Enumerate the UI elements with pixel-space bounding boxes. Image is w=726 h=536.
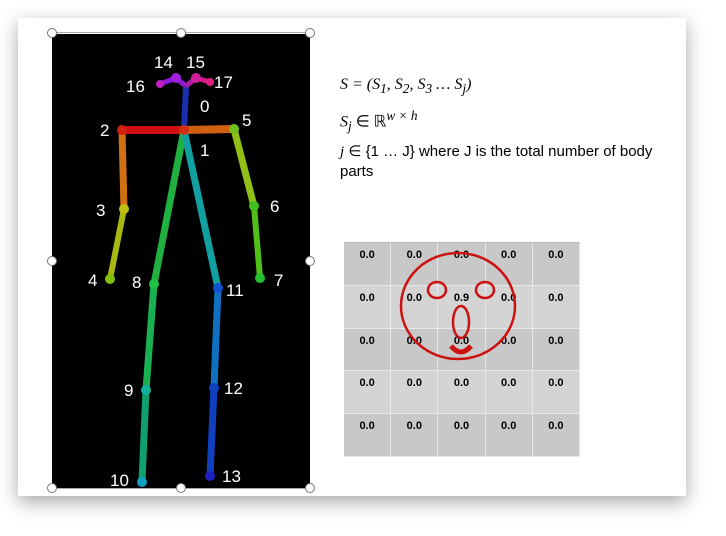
keypoint-label: 8 — [132, 273, 141, 292]
keypoint-label: 6 — [270, 197, 279, 216]
resize-handle-bottom-right[interactable] — [305, 483, 315, 493]
resize-handle-bottom-left[interactable] — [47, 483, 57, 493]
formula-heatmap-space: Sj ∈ ℝw × h — [340, 108, 418, 134]
heatmap-cell: 0.0 — [344, 414, 392, 457]
resize-handle-middle-right[interactable] — [305, 256, 315, 266]
heatmap-cell: 0.0 — [344, 285, 392, 329]
keypoint-label: 1 — [200, 141, 209, 160]
face-drawing — [399, 251, 517, 361]
heatmap-cell: 0.0 — [438, 371, 486, 415]
heatmap-cell: 0.0 — [532, 285, 580, 329]
heatmap-cell: 0.0 — [485, 414, 533, 457]
heatmap-cell: 0.0 — [438, 414, 486, 457]
keypoint-label: 11 — [226, 281, 244, 300]
skeleton-image[interactable]: 0 1 2 3 4 5 6 7 8 9 10 11 12 13 14 15 16… — [52, 34, 310, 488]
heatmap-cell: 0.0 — [391, 414, 439, 457]
keypoint-label: 12 — [224, 379, 243, 398]
keypoint-label: 14 — [154, 53, 173, 72]
heatmap-cell: 0.0 — [344, 371, 392, 415]
slide: 0 1 2 3 4 5 6 7 8 9 10 11 12 13 14 15 16… — [18, 18, 686, 496]
keypoint-label: 13 — [222, 467, 241, 486]
heatmap-cell: 0.0 — [532, 414, 580, 457]
heatmap-cell: 0.0 — [391, 371, 439, 415]
resize-handle-top-middle[interactable] — [176, 28, 186, 38]
heatmap-cell: 0.0 — [532, 243, 580, 286]
formula-set-definition: S = (S1, S2, S3 … Sj) — [340, 76, 472, 97]
keypoint-label: 2 — [100, 121, 109, 140]
resize-handle-top-left[interactable] — [47, 28, 57, 38]
resize-handle-middle-left[interactable] — [47, 256, 57, 266]
heatmap-cell: 0.0 — [532, 371, 580, 415]
heatmap-cell: 0.0 — [485, 371, 533, 415]
resize-handle-top-right[interactable] — [305, 28, 315, 38]
keypoint-label: 5 — [242, 111, 251, 130]
resize-handle-bottom-middle[interactable] — [176, 483, 186, 493]
keypoint-label: 7 — [274, 271, 283, 290]
keypoint-label: 17 — [214, 73, 233, 92]
keypoint-label: 10 — [110, 471, 129, 488]
keypoint-label: 16 — [126, 77, 145, 96]
skeleton-figure: 0 1 2 3 4 5 6 7 8 9 10 11 12 13 14 15 16… — [88, 53, 283, 488]
keypoint-label: 3 — [96, 201, 105, 220]
keypoint-label: 4 — [88, 271, 97, 290]
keypoint-label: 0 — [200, 97, 209, 116]
body-parts-description: j ∈ {1 … J} where J is the total number … — [340, 143, 653, 180]
heatmap-cell: 0.0 — [344, 243, 392, 286]
keypoint-label: 9 — [124, 381, 133, 400]
heatmap-cell: 0.0 — [532, 328, 580, 372]
keypoint-label: 15 — [186, 53, 205, 72]
heatmap-cell: 0.0 — [344, 328, 392, 372]
